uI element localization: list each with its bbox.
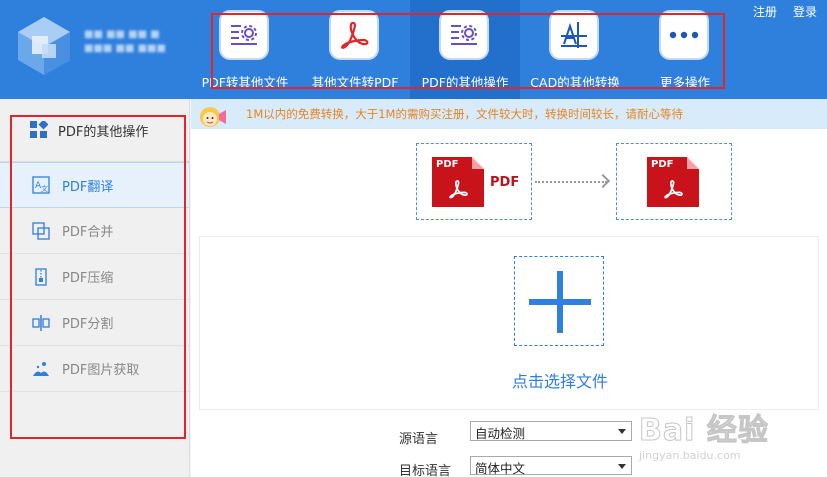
sidebar-title-label: PDF的其他操作 (58, 124, 149, 140)
source-language-value: 自动检测 (475, 426, 526, 441)
target-language-value: 简体中文 (475, 461, 526, 476)
source-language-label: 源语言 (399, 432, 439, 447)
top-header: ■■ ■■ ■■ ■ ■■■ ■■ ■■■ 注册 登录 PDF转其他文件 其他文… (0, 0, 827, 99)
sidebar-item-label: PDF分割 (62, 317, 114, 332)
nav-pdf-to-other[interactable]: PDF转其他文件 (190, 0, 300, 99)
auth-links: 注册 登录 (753, 3, 817, 20)
chevron-down-icon (618, 464, 626, 469)
top-nav: PDF转其他文件 其他文件转PDF PDF的其他操作 CAD的其他转换 更多操作 (190, 0, 740, 99)
upload-file-label[interactable]: 点击选择文件 (495, 368, 625, 392)
sidebar-item-pdf-translate[interactable]: A 文 PDF翻译 (0, 162, 189, 208)
login-link[interactable]: 登录 (793, 3, 817, 20)
nav-cad-convert[interactable]: CAD的其他转换 (520, 0, 630, 99)
sidebar-item-label: PDF合并 (62, 225, 114, 240)
cad-icon (549, 10, 599, 60)
merge-icon (32, 221, 50, 240)
pdf-file-icon: PDF (647, 157, 699, 207)
sidebar-item-pdf-merge[interactable]: PDF合并 (0, 208, 189, 254)
upload-file-button[interactable] (514, 256, 604, 346)
sidebar-item-label: PDF压缩 (62, 271, 114, 286)
sidebar-item-pdf-split[interactable]: PDF分割 (0, 300, 189, 346)
target-format-box: PDF (616, 143, 732, 220)
acrobat-icon (329, 10, 379, 60)
sidebar-item-label: PDF翻译 (62, 179, 114, 195)
grid-apps-icon (30, 121, 48, 138)
register-link[interactable]: 注册 (753, 3, 777, 20)
more-dots-icon (659, 10, 709, 60)
notice-bar: 1M以内的免费转换，大于1M的需购买注册，文件较大时，转换时间较长，请耐心等待 (191, 99, 827, 129)
chevron-down-icon (618, 429, 626, 434)
source-format-box: PDF PDF (416, 143, 532, 220)
watermark-main: Bai 经验 (639, 413, 769, 449)
notice-text: 1M以内的免费转换，大于1M的需购买注册，文件较大时，转换时间较长，请耐心等待 (246, 107, 683, 121)
split-icon (32, 314, 50, 331)
sidebar: PDF的其他操作 A 文 PDF翻译 PDF合并 PDF压缩 PDF分割 PDF… (0, 99, 190, 477)
nav-more[interactable]: 更多操作 (630, 0, 740, 99)
source-format-label: PDF (490, 175, 520, 190)
nav-other-to-pdf[interactable]: 其他文件转PDF (300, 0, 410, 99)
target-language-label: 目标语言 (399, 464, 452, 477)
pdf-file-icon: PDF (432, 157, 484, 207)
source-language-select[interactable]: 自动检测 (470, 421, 632, 441)
sidebar-item-label: PDF图片获取 (62, 363, 140, 378)
svg-text:文: 文 (41, 184, 48, 193)
logo-text-blurred: ■■ ■■ ■■ ■ ■■■ ■■ ■■■ (84, 29, 166, 54)
target-language-select[interactable]: 简体中文 (470, 456, 632, 476)
nav-pdf-other-ops[interactable]: PDF的其他操作 (410, 0, 520, 99)
nav-label: 更多操作 (659, 75, 710, 90)
sidebar-item-pdf-image-extract[interactable]: PDF图片获取 (0, 346, 189, 392)
arrow-head-icon (595, 173, 611, 189)
app-logo-icon (18, 17, 70, 75)
translate-icon: A 文 (32, 176, 50, 194)
baidu-jingyan-watermark: Bai 经验 jingyan.baidu.com (627, 405, 827, 477)
sidebar-title: PDF的其他操作 (0, 99, 189, 162)
image-extract-icon (33, 361, 49, 376)
mascot-megaphone-icon (200, 107, 226, 127)
settings-doc-icon (219, 10, 269, 60)
compress-icon (35, 267, 47, 286)
watermark-sub: jingyan.baidu.com (639, 449, 741, 462)
settings-doc-icon (439, 10, 489, 60)
sidebar-item-pdf-compress[interactable]: PDF压缩 (0, 254, 189, 300)
